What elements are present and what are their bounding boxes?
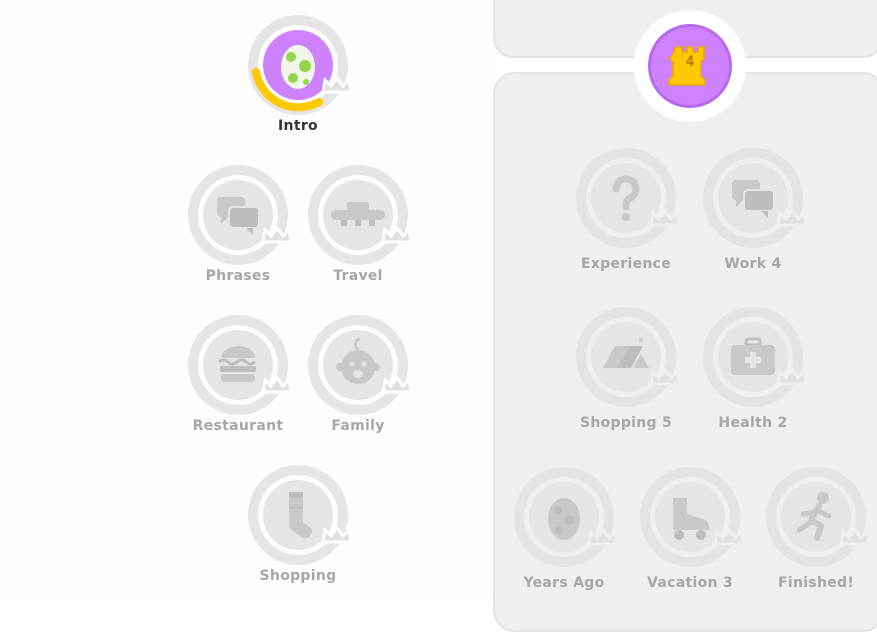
- skill-vacation[interactable]: [635, 462, 745, 572]
- skill-family[interactable]: [303, 310, 413, 420]
- egg-icon: [281, 45, 315, 89]
- skill-finished[interactable]: [761, 462, 871, 572]
- skill-restaurant[interactable]: [183, 310, 293, 420]
- checkpoint-number: 4: [685, 54, 695, 70]
- skill-label-work: Work 4: [724, 256, 782, 272]
- skill-label-health: Health 2: [718, 415, 788, 431]
- skill-health[interactable]: [698, 302, 808, 412]
- skill-shopping[interactable]: [243, 460, 353, 570]
- skill-shopping-5[interactable]: [571, 302, 681, 412]
- skill-label-travel: Travel: [333, 268, 383, 284]
- skill-label-intro: Intro: [278, 118, 318, 134]
- egg-icon: [548, 498, 580, 540]
- crown-icon: [321, 75, 353, 94]
- skill-label-shopping: Shopping: [259, 568, 337, 584]
- crown-icon: [261, 225, 293, 244]
- skill-work[interactable]: [698, 143, 808, 253]
- skill-label-finished: Finished!: [777, 575, 855, 591]
- skill-intro[interactable]: [243, 10, 353, 120]
- checkpoint-circle: 4: [648, 24, 732, 108]
- checkpoint-badge[interactable]: 4: [634, 10, 746, 122]
- skill-travel[interactable]: [303, 160, 413, 270]
- skill-phrases[interactable]: [183, 160, 293, 270]
- skill-years-ago[interactable]: [509, 462, 619, 572]
- skill-label-family: Family: [331, 418, 385, 434]
- skill-experience[interactable]: [571, 143, 681, 253]
